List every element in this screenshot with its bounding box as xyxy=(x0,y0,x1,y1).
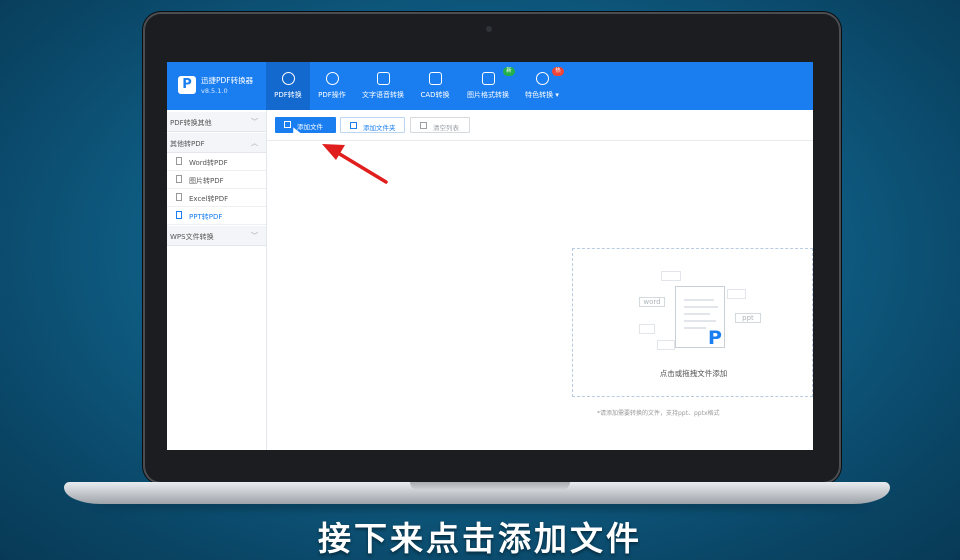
video-caption: 接下来点击添加文件 xyxy=(318,519,642,558)
annotation-arrow-icon xyxy=(322,144,388,184)
